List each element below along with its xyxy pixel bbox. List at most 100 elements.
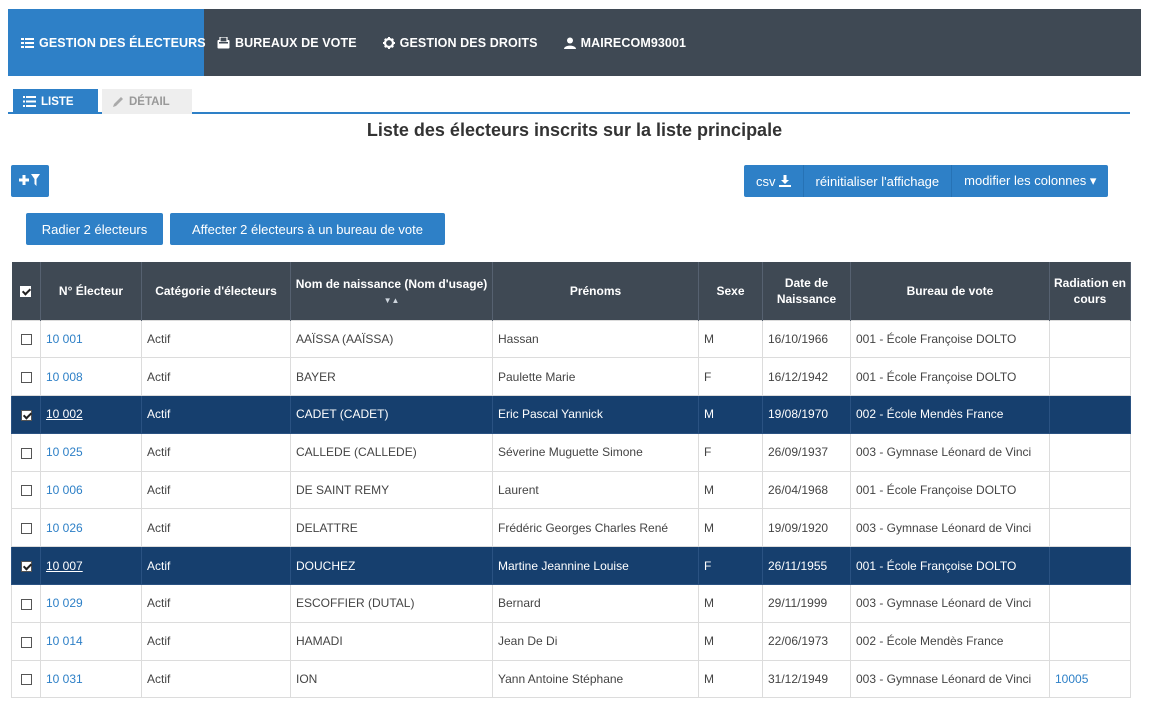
table-row[interactable]: 10 029 Actif ESCOFFIER (DUTAL) Bernard M 29/1… bbox=[11, 584, 1131, 623]
cell-bureau: 003 - Gymnase Léonard de Vinci bbox=[850, 584, 1050, 623]
cell-nom: DELATTRE bbox=[290, 508, 493, 548]
cell-sexe: M bbox=[698, 621, 763, 661]
row-checkbox[interactable] bbox=[20, 674, 32, 686]
row-select-cell[interactable] bbox=[11, 357, 41, 397]
cell-radiation bbox=[1049, 470, 1131, 510]
row-select-cell[interactable] bbox=[11, 319, 41, 359]
row-checkbox[interactable] bbox=[20, 485, 32, 497]
voter-number-link[interactable]: 10 026 bbox=[46, 521, 83, 535]
cell-numero[interactable]: 10 026 bbox=[40, 508, 142, 548]
cell-numero[interactable]: 10 002 bbox=[40, 395, 142, 434]
row-select-cell[interactable] bbox=[11, 395, 41, 434]
row-checkbox[interactable] bbox=[20, 561, 32, 572]
col-header-numero[interactable]: N° Électeur bbox=[40, 262, 142, 320]
col-header-prenoms[interactable]: Prénoms bbox=[492, 262, 699, 320]
cell-numero[interactable]: 10 031 bbox=[40, 659, 142, 699]
col-header-bureau[interactable]: Bureau de vote bbox=[850, 262, 1050, 320]
reset-display-button[interactable]: réinitialiser l'affichage bbox=[804, 165, 953, 197]
table-body: 10 001 Actif AAÏSSA (AAÏSSA) Hassan M 16/10/1… bbox=[11, 319, 1131, 699]
cell-prenoms: Hassan bbox=[492, 319, 699, 359]
voter-number-link[interactable]: 10 029 bbox=[46, 596, 83, 610]
cell-numero[interactable]: 10 029 bbox=[40, 584, 142, 623]
csv-export-button[interactable]: csv bbox=[744, 165, 804, 197]
row-checkbox[interactable] bbox=[20, 409, 32, 421]
voter-number-link[interactable]: 10 008 bbox=[46, 370, 83, 384]
affecter-bureau-button[interactable]: Affecter 2 électeurs à un bureau de vote bbox=[170, 213, 445, 245]
cell-radiation bbox=[1049, 546, 1131, 586]
row-select-cell[interactable] bbox=[11, 432, 41, 472]
cell-numero[interactable]: 10 008 bbox=[40, 357, 142, 397]
add-filter-icon bbox=[19, 173, 41, 190]
cell-nom: DE SAINT REMY bbox=[290, 470, 493, 510]
cell-numero[interactable]: 10 025 bbox=[40, 432, 142, 472]
col-header-categorie[interactable]: Catégorie d'électeurs bbox=[141, 262, 291, 320]
tab-detail[interactable]: DÉTAIL bbox=[102, 89, 192, 114]
cell-sexe: M bbox=[698, 584, 763, 623]
table-row[interactable]: 10 014 Actif HAMADI Jean De Di M 22/06/1973 00… bbox=[11, 621, 1131, 661]
table-row[interactable]: 10 007 Actif DOUCHEZ Martine Jeannine Louis… bbox=[11, 546, 1131, 586]
row-select-cell[interactable] bbox=[11, 621, 41, 661]
sort-icon[interactable]: ▼▲ bbox=[295, 296, 488, 306]
row-checkbox[interactable] bbox=[20, 636, 32, 648]
table-row[interactable]: 10 006 Actif DE SAINT REMY Laurent M 26/04/19… bbox=[11, 470, 1131, 510]
row-select-cell[interactable] bbox=[11, 546, 41, 586]
nav-label: BUREAUX DE VOTE bbox=[235, 35, 357, 50]
radier-button[interactable]: Radier 2 électeurs bbox=[26, 213, 163, 245]
select-all-checkbox[interactable] bbox=[20, 286, 32, 298]
row-checkbox[interactable] bbox=[20, 598, 32, 610]
cell-prenoms: Laurent bbox=[492, 470, 699, 510]
cell-categorie: Actif bbox=[141, 621, 291, 661]
voter-number-link[interactable]: 10 002 bbox=[46, 407, 83, 421]
voter-number-link[interactable]: 10 025 bbox=[46, 445, 83, 459]
table-row[interactable]: 10 001 Actif AAÏSSA (AAÏSSA) Hassan M 16/10/1… bbox=[11, 319, 1131, 359]
nav-bureaux-vote[interactable]: BUREAUX DE VOTE bbox=[204, 9, 370, 76]
voter-number-link[interactable]: 10 031 bbox=[46, 672, 83, 686]
col-header-radiation[interactable]: Radiation en cours bbox=[1049, 262, 1131, 320]
cell-date: 19/09/1920 bbox=[762, 508, 851, 548]
nav-gestion-droits[interactable]: GESTION DES DROITS bbox=[370, 9, 551, 76]
cell-categorie: Actif bbox=[141, 319, 291, 359]
table-row[interactable]: 10 025 Actif CALLEDE (CALLEDE) Séverine Mug… bbox=[11, 432, 1131, 472]
user-icon bbox=[563, 37, 576, 49]
row-select-cell[interactable] bbox=[11, 659, 41, 699]
col-header-sexe[interactable]: Sexe bbox=[698, 262, 763, 320]
cell-date: 26/09/1937 bbox=[762, 432, 851, 472]
view-tabs: LISTE DÉTAIL bbox=[8, 88, 1130, 114]
cell-categorie: Actif bbox=[141, 508, 291, 548]
nav-gestion-electeurs[interactable]: GESTION DES ÉLECTEURS bbox=[8, 9, 206, 76]
cell-categorie: Actif bbox=[141, 546, 291, 586]
table-row[interactable]: 10 002 Actif CADET (CADET) Eric Pascal Yann… bbox=[11, 395, 1131, 434]
add-filter-button[interactable] bbox=[11, 165, 49, 197]
voter-number-link[interactable]: 10 001 bbox=[46, 332, 83, 346]
table-row[interactable]: 10 026 Actif DELATTRE Frédéric Georges Char… bbox=[11, 508, 1131, 548]
voter-number-link[interactable]: 10 006 bbox=[46, 483, 83, 497]
tab-label: LISTE bbox=[41, 95, 74, 108]
voter-number-link[interactable]: 10 007 bbox=[46, 559, 83, 573]
cell-bureau: 001 - École Françoise DOLTO bbox=[850, 546, 1050, 586]
nav-user-account[interactable]: MAIRECOM93001 bbox=[551, 9, 700, 76]
row-checkbox[interactable] bbox=[20, 523, 32, 535]
table-row[interactable]: 10 008 Actif BAYER Paulette Marie F 16/12/194… bbox=[11, 357, 1131, 397]
row-checkbox[interactable] bbox=[20, 447, 32, 459]
row-checkbox[interactable] bbox=[20, 372, 32, 384]
tab-liste[interactable]: LISTE bbox=[13, 89, 98, 114]
row-select-cell[interactable] bbox=[11, 470, 41, 510]
col-header-date[interactable]: Date de Naissance bbox=[762, 262, 851, 320]
voter-number-link[interactable]: 10 014 bbox=[46, 634, 83, 648]
table-header-row: N° Électeur Catégorie d'électeurs Nom de… bbox=[11, 262, 1131, 320]
cell-numero[interactable]: 10 007 bbox=[40, 546, 142, 586]
cell-numero[interactable]: 10 014 bbox=[40, 621, 142, 661]
select-all-header[interactable] bbox=[11, 262, 41, 320]
modify-columns-dropdown[interactable]: modifier les colonnes ▾ bbox=[952, 165, 1108, 197]
col-header-nom[interactable]: Nom de naissance (Nom d'usage) ▼▲ bbox=[290, 262, 493, 320]
row-select-cell[interactable] bbox=[11, 584, 41, 623]
cell-date: 16/12/1942 bbox=[762, 357, 851, 397]
row-checkbox[interactable] bbox=[20, 334, 32, 346]
nav-label: GESTION DES ÉLECTEURS bbox=[39, 35, 206, 50]
cell-prenoms: Eric Pascal Yannick bbox=[492, 395, 699, 434]
table-row[interactable]: 10 031 Actif ION Yann Antoine Stéphane M 31/1… bbox=[11, 659, 1131, 699]
cell-numero[interactable]: 10 001 bbox=[40, 319, 142, 359]
row-select-cell[interactable] bbox=[11, 508, 41, 548]
cell-numero[interactable]: 10 006 bbox=[40, 470, 142, 510]
cell-nom: HAMADI bbox=[290, 621, 493, 661]
